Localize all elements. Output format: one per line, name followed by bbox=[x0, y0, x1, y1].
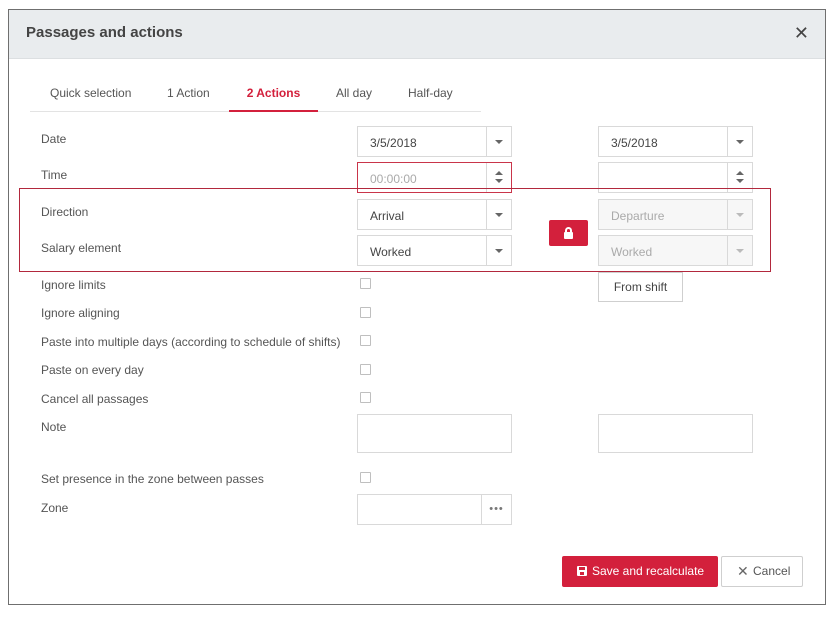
time-label: Time bbox=[41, 168, 68, 182]
direction-end-value: Departure bbox=[611, 209, 665, 223]
chevron-down-icon bbox=[727, 236, 752, 265]
ignore-aligning-label: Ignore aligning bbox=[41, 306, 120, 320]
direction-start-value: Arrival bbox=[370, 209, 405, 223]
passages-dialog: Passages and actions ✕ Quick selection 1… bbox=[8, 9, 826, 605]
dialog-title: Passages and actions bbox=[26, 24, 183, 41]
date-start-picker[interactable]: 3/5/2018 bbox=[357, 126, 512, 157]
salary-element-label: Salary element bbox=[41, 241, 122, 255]
save-icon bbox=[577, 566, 587, 576]
cancel-button-label: Cancel bbox=[753, 564, 791, 578]
close-icon: ✕ bbox=[737, 563, 749, 579]
paste-every-day-checkbox[interactable] bbox=[360, 364, 371, 375]
date-label: Date bbox=[41, 132, 67, 146]
set-presence-checkbox[interactable] bbox=[360, 472, 371, 483]
salary-element-end-select: Worked bbox=[598, 235, 753, 266]
tab-all-day[interactable]: All day bbox=[336, 84, 372, 111]
from-shift-button[interactable]: From shift bbox=[598, 272, 683, 302]
background-strip bbox=[0, 0, 834, 9]
chevron-down-icon[interactable] bbox=[486, 200, 511, 229]
date-start-value: 3/5/2018 bbox=[370, 136, 417, 150]
direction-start-select[interactable]: Arrival bbox=[357, 199, 512, 230]
tab-quick-selection[interactable]: Quick selection bbox=[50, 84, 131, 111]
ellipsis-icon[interactable]: ••• bbox=[481, 494, 512, 525]
note-start-field[interactable] bbox=[357, 414, 512, 453]
cancel-button[interactable]: ✕ Cancel bbox=[721, 556, 803, 587]
close-icon[interactable]: ✕ bbox=[794, 22, 809, 44]
direction-end-select: Departure bbox=[598, 199, 753, 230]
ignore-limits-label: Ignore limits bbox=[41, 278, 106, 292]
lock-button[interactable] bbox=[549, 220, 588, 246]
zone-input[interactable] bbox=[357, 494, 481, 525]
salary-element-start-select[interactable]: Worked bbox=[357, 235, 512, 266]
save-and-recalculate-button[interactable]: Save and recalculate bbox=[562, 556, 718, 587]
direction-label: Direction bbox=[41, 205, 89, 219]
tab-1-action[interactable]: 1 Action bbox=[167, 84, 210, 111]
tab-2-actions[interactable]: 2 Actions bbox=[229, 84, 318, 112]
save-button-label: Save and recalculate bbox=[592, 564, 705, 578]
chevron-down-icon bbox=[727, 200, 752, 229]
date-end-value: 3/5/2018 bbox=[611, 136, 658, 150]
paste-multiple-label: Paste into multiple days (according to s… bbox=[41, 335, 341, 349]
paste-every-day-label: Paste on every day bbox=[41, 363, 144, 377]
note-end-field[interactable] bbox=[598, 414, 753, 453]
chevron-down-icon[interactable] bbox=[486, 127, 511, 156]
tab-half-day[interactable]: Half-day bbox=[408, 84, 453, 111]
ignore-limits-checkbox[interactable] bbox=[360, 278, 371, 289]
time-start-placeholder: 00:00:00 bbox=[370, 172, 417, 186]
date-end-picker[interactable]: 3/5/2018 bbox=[598, 126, 753, 157]
set-presence-label: Set presence in the zone between passes bbox=[41, 472, 264, 486]
chevron-down-icon[interactable] bbox=[727, 127, 752, 156]
cancel-all-label: Cancel all passages bbox=[41, 392, 149, 406]
ignore-aligning-checkbox[interactable] bbox=[360, 307, 371, 318]
salary-element-end-value: Worked bbox=[611, 245, 653, 259]
chevron-down-icon[interactable] bbox=[486, 236, 511, 265]
zone-label: Zone bbox=[41, 501, 69, 515]
paste-multiple-checkbox[interactable] bbox=[360, 335, 371, 346]
salary-element-start-value: Worked bbox=[370, 245, 412, 259]
note-label: Note bbox=[41, 420, 67, 434]
dialog-header: Passages and actions ✕ bbox=[9, 10, 825, 59]
tab-bar: Quick selection 1 Action 2 Actions All d… bbox=[30, 84, 481, 112]
cancel-all-checkbox[interactable] bbox=[360, 392, 371, 403]
